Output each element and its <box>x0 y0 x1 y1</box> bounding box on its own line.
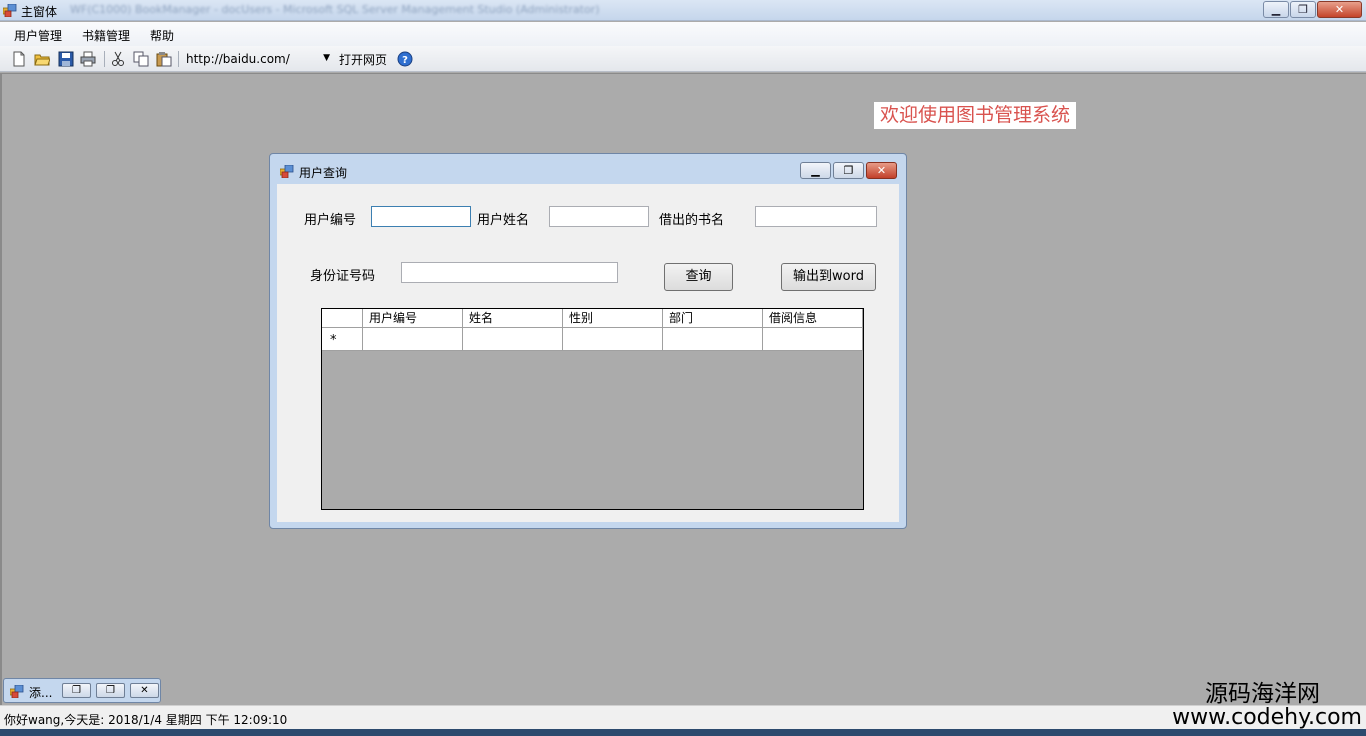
new-icon[interactable] <box>11 51 27 67</box>
taskbar <box>0 729 1366 736</box>
app-icon <box>280 165 294 178</box>
grid-new-row[interactable]: * <box>322 328 863 351</box>
window-title-background: WF(C1000) BookManager - docUsers - Micro… <box>70 3 600 16</box>
menu-user-management[interactable]: 用户管理 <box>14 27 62 44</box>
user-id-input[interactable] <box>371 206 471 227</box>
user-name-input[interactable] <box>549 206 649 227</box>
dialog-minimize-button[interactable]: ▁ <box>800 162 831 179</box>
grid-column-header[interactable]: 用户编号 <box>363 309 463 328</box>
dialog-title-bar: 用户查询 ▁ ❐ ✕ <box>270 154 906 182</box>
print-icon[interactable] <box>80 51 96 67</box>
url-value: http://baidu.com/ <box>186 52 290 66</box>
paste-icon[interactable] <box>156 51 172 67</box>
welcome-label: 欢迎使用图书管理系统 <box>874 102 1077 129</box>
maximize-icon: ❐ <box>106 685 115 696</box>
watermark: 源码海洋网 www.codehy.com <box>1172 681 1362 729</box>
minimize-icon: ▁ <box>1271 3 1281 16</box>
status-text: 你好wang,今天是: 2018/1/4 星期四 下午 12:09:10 <box>4 713 288 727</box>
export-word-button[interactable]: 输出到word <box>781 263 876 291</box>
minimized-window-title: 添... <box>29 686 53 700</box>
id-number-label: 身份证号码 <box>310 269 376 284</box>
toolbar: http://baidu.com/ ▼ 打开网页 ? <box>0 46 1366 72</box>
grid-column-header[interactable]: 部门 <box>663 309 763 328</box>
open-page-button[interactable]: 打开网页 <box>339 51 387 68</box>
menu-bar: 用户管理 书籍管理 帮助 <box>0 22 1366 46</box>
toolbar-separator <box>178 51 179 67</box>
grid-cell[interactable] <box>663 328 763 351</box>
minimize-icon: ▁ <box>811 164 820 177</box>
close-button[interactable]: ✕ <box>130 683 159 698</box>
status-bar: 你好wang,今天是: 2018/1/4 星期四 下午 12:09:10 <box>0 705 1366 729</box>
query-button[interactable]: 查询 <box>664 263 733 291</box>
url-combo[interactable]: http://baidu.com/ ▼ <box>182 50 334 68</box>
minimize-button[interactable]: ▁ <box>1263 1 1289 18</box>
toolbar-separator <box>104 51 105 67</box>
dialog-maximize-button[interactable]: ❐ <box>833 162 864 179</box>
grid-cell[interactable] <box>463 328 563 351</box>
grid-corner-cell[interactable] <box>322 309 363 328</box>
watermark-line2: www.codehy.com <box>1172 705 1362 730</box>
restore-icon: ❐ <box>72 685 81 696</box>
row-header-new-marker[interactable]: * <box>322 328 363 351</box>
book-name-input[interactable] <box>755 206 877 227</box>
book-name-label: 借出的书名 <box>659 213 725 228</box>
dialog-title: 用户查询 <box>299 166 348 180</box>
grid-column-header[interactable]: 性别 <box>563 309 663 328</box>
app-icon <box>10 685 24 698</box>
close-button[interactable]: ✕ <box>1317 1 1362 18</box>
watermark-line1: 源码海洋网 <box>1205 681 1320 707</box>
id-number-input[interactable] <box>401 262 618 283</box>
maximize-button[interactable]: ❐ <box>96 683 125 698</box>
user-name-label: 用户姓名 <box>477 213 530 228</box>
grid-cell[interactable] <box>363 328 463 351</box>
save-icon[interactable] <box>58 51 74 67</box>
app-icon <box>3 4 17 17</box>
menu-book-management[interactable]: 书籍管理 <box>82 27 130 44</box>
close-icon: ✕ <box>876 164 887 177</box>
cut-icon[interactable] <box>110 51 126 67</box>
help-icon[interactable]: ? <box>397 51 413 67</box>
maximize-icon: ❐ <box>843 164 854 177</box>
menu-help[interactable]: 帮助 <box>150 27 174 44</box>
user-query-window: 用户查询 ▁ ❐ ✕ 用户编号 用户姓名 借出的书名 身份证号码 查询 输出到w… <box>269 153 907 529</box>
chevron-down-icon[interactable]: ▼ <box>323 53 330 63</box>
grid-cell[interactable] <box>763 328 863 351</box>
restore-button[interactable]: ❐ <box>62 683 91 698</box>
maximize-icon: ❐ <box>1298 3 1308 16</box>
user-id-label: 用户编号 <box>304 213 357 228</box>
grid-header-row: 用户编号 姓名 性别 部门 借阅信息 <box>322 309 863 328</box>
dialog-close-button[interactable]: ✕ <box>866 162 897 179</box>
grid-column-header[interactable]: 姓名 <box>463 309 563 328</box>
open-icon[interactable] <box>34 51 50 67</box>
grid-column-header[interactable]: 借阅信息 <box>763 309 863 328</box>
user-data-grid[interactable]: 用户编号 姓名 性别 部门 借阅信息 * <box>321 308 864 510</box>
svg-text:?: ? <box>402 55 408 66</box>
close-icon: ✕ <box>140 685 149 696</box>
copy-icon[interactable] <box>133 51 149 67</box>
dialog-client-area: 用户编号 用户姓名 借出的书名 身份证号码 查询 输出到word 用户编号 姓名… <box>277 184 899 522</box>
close-icon: ✕ <box>1334 3 1345 16</box>
grid-cell[interactable] <box>563 328 663 351</box>
window-title: 主窗体 <box>21 5 58 19</box>
maximize-button[interactable]: ❐ <box>1290 1 1316 18</box>
main-title-bar: 主窗体 WF(C1000) BookManager - docUsers - M… <box>0 0 1366 21</box>
minimized-child-window[interactable]: 添... ❐ ❐ ✕ <box>3 678 161 703</box>
